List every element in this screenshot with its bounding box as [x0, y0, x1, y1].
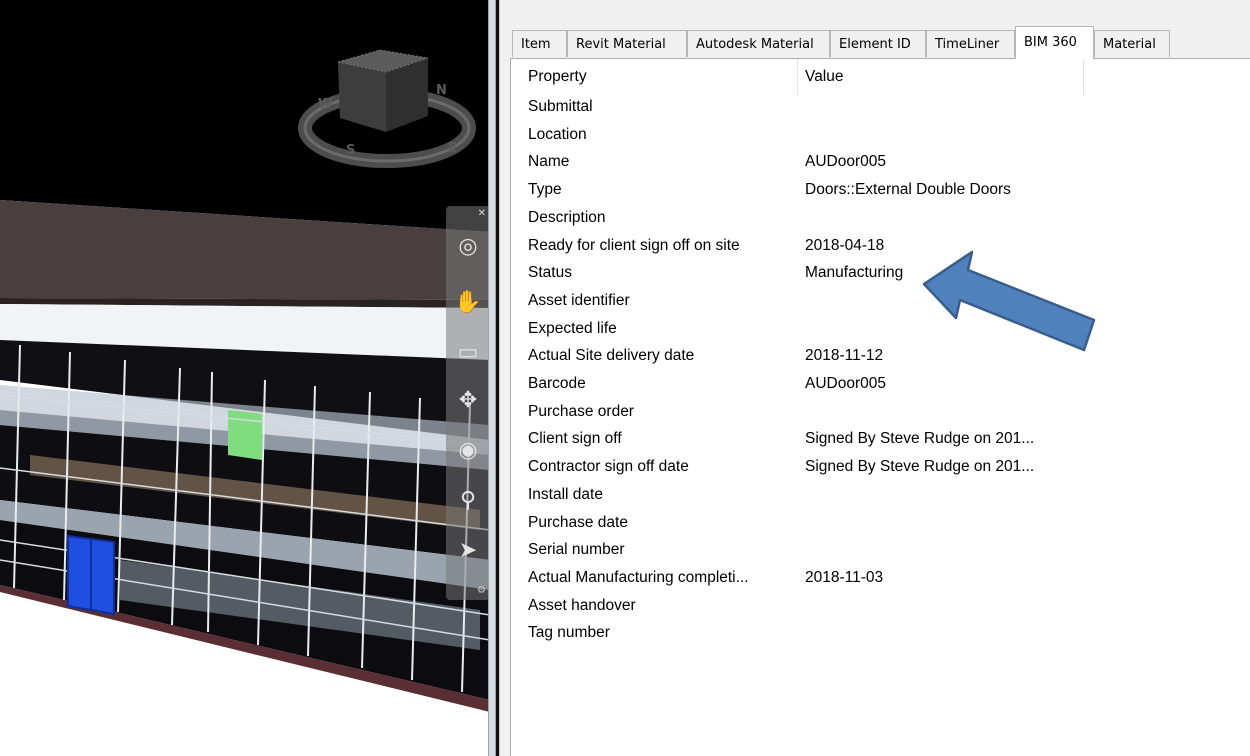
pane-splitter[interactable]: [488, 0, 496, 756]
property-value: 2018-11-03: [805, 568, 884, 586]
property-value: Manufacturing: [805, 264, 904, 282]
property-value: 2018-11-12: [805, 347, 884, 365]
table-row[interactable]: Purchase order: [511, 399, 1250, 427]
table-row[interactable]: Client sign off Signed By Steve Rudge on …: [511, 426, 1250, 454]
table-row[interactable]: Type Doors::External Double Doors: [511, 177, 1250, 205]
tab-revit-material[interactable]: Revit Material: [567, 30, 687, 57]
property-name: Description: [528, 208, 606, 226]
property-name: Install date: [528, 485, 603, 503]
table-row[interactable]: Install date: [511, 482, 1250, 510]
grid-header: Property Value: [511, 59, 1250, 95]
property-name: Client sign off: [528, 430, 622, 448]
table-row[interactable]: Contractor sign off date Signed By Steve …: [511, 454, 1250, 482]
table-row[interactable]: Barcode AUDoor005: [511, 371, 1250, 399]
column-divider[interactable]: [797, 59, 798, 95]
selected-door[interactable]: [67, 534, 115, 616]
close-icon[interactable]: ✕: [478, 208, 486, 219]
tab-material[interactable]: Material: [1094, 30, 1170, 57]
compass-s: S: [346, 143, 355, 158]
orbit-icon[interactable]: ✥: [454, 386, 482, 414]
tab-bim-360[interactable]: BIM 360: [1015, 26, 1094, 59]
table-row[interactable]: Asset identifier: [511, 288, 1250, 316]
compass-w: W: [318, 97, 332, 112]
property-name: Purchase date: [528, 513, 628, 531]
table-row[interactable]: Tag number: [511, 620, 1250, 648]
compass-e: E: [448, 141, 457, 156]
property-value: Signed By Steve Rudge on 201...: [805, 458, 1035, 476]
table-row[interactable]: Status Manufacturing: [511, 260, 1250, 288]
steering-wheel-icon[interactable]: ◎: [454, 232, 482, 260]
table-row[interactable]: Asset handover: [511, 593, 1250, 621]
zoom-window-icon[interactable]: ▭: [454, 338, 482, 366]
tab-element-id[interactable]: Element ID: [830, 30, 926, 57]
column-divider[interactable]: [1083, 59, 1084, 95]
property-name: Name: [528, 153, 570, 171]
property-name: Submittal: [528, 98, 593, 115]
pan-hand-icon[interactable]: ✋: [454, 288, 482, 316]
property-value: Signed By Steve Rudge on 201...: [805, 430, 1035, 448]
column-header-value[interactable]: Value: [805, 68, 844, 86]
property-name: Status: [528, 264, 572, 282]
property-name: Actual Manufacturing completi...: [528, 568, 749, 586]
property-name: Purchase order: [528, 402, 634, 420]
look-around-icon[interactable]: ◉: [454, 436, 482, 464]
walk-icon[interactable]: ⚲: [454, 486, 482, 514]
property-name: Type: [528, 181, 562, 199]
property-name: Actual Site delivery date: [528, 347, 695, 365]
table-row[interactable]: Name AUDoor005: [511, 149, 1250, 177]
select-icon[interactable]: ➤: [454, 536, 482, 564]
tab-autodesk-material[interactable]: Autodesk Material: [687, 30, 830, 57]
navigation-bar: ✕ ◎ ✋ ▭ ✥ ◉ ⚲ ➤ ⚙: [446, 206, 490, 600]
property-name: Asset handover: [528, 596, 636, 614]
tab-timeliner[interactable]: TimeLiner: [926, 30, 1015, 57]
property-name: Serial number: [528, 541, 625, 559]
column-header-property[interactable]: Property: [528, 68, 587, 86]
properties-grid: Property Value Submittal Location Name AUDo…: [510, 58, 1250, 756]
model-viewport[interactable]: W S E N ✕ ◎ ✋ ▭ ✥ ◉ ⚲ ➤ ⚙: [0, 0, 496, 756]
table-row[interactable]: Ready for client sign off on site 2018-04…: [511, 233, 1250, 261]
table-row[interactable]: Expected life: [511, 316, 1250, 344]
property-name: Ready for client sign off on site: [528, 236, 740, 254]
property-value: Doors::External Double Doors: [805, 181, 1011, 199]
property-name: Contractor sign off date: [528, 458, 689, 476]
compass-n: N: [436, 83, 447, 98]
table-row[interactable]: Actual Site delivery date 2018-11-12: [511, 343, 1250, 371]
table-row[interactable]: Actual Manufacturing completi... 2018-11-…: [511, 565, 1250, 593]
property-value: AUDoor005: [805, 153, 886, 171]
property-name: Location: [528, 125, 587, 143]
building-model-render: W S E N: [0, 0, 491, 712]
table-row[interactable]: Location: [511, 122, 1250, 150]
table-row[interactable]: Submittal: [511, 94, 1250, 122]
table-row[interactable]: Serial number: [511, 537, 1250, 565]
property-name: Barcode: [528, 375, 586, 392]
property-name: Expected life: [528, 319, 617, 337]
annotation-arrow: [922, 250, 1096, 352]
table-row[interactable]: Purchase date: [511, 510, 1250, 538]
property-value: 2018-04-18: [805, 236, 885, 254]
customize-icon[interactable]: ⚙: [477, 585, 486, 596]
tab-item[interactable]: Item: [512, 30, 567, 57]
property-value: AUDoor005: [805, 375, 886, 392]
property-name: Asset identifier: [528, 291, 630, 309]
table-row[interactable]: Description: [511, 205, 1250, 233]
properties-panel: Item Revit Material Autodesk Material El…: [499, 0, 1250, 756]
property-name: Tag number: [528, 624, 610, 642]
